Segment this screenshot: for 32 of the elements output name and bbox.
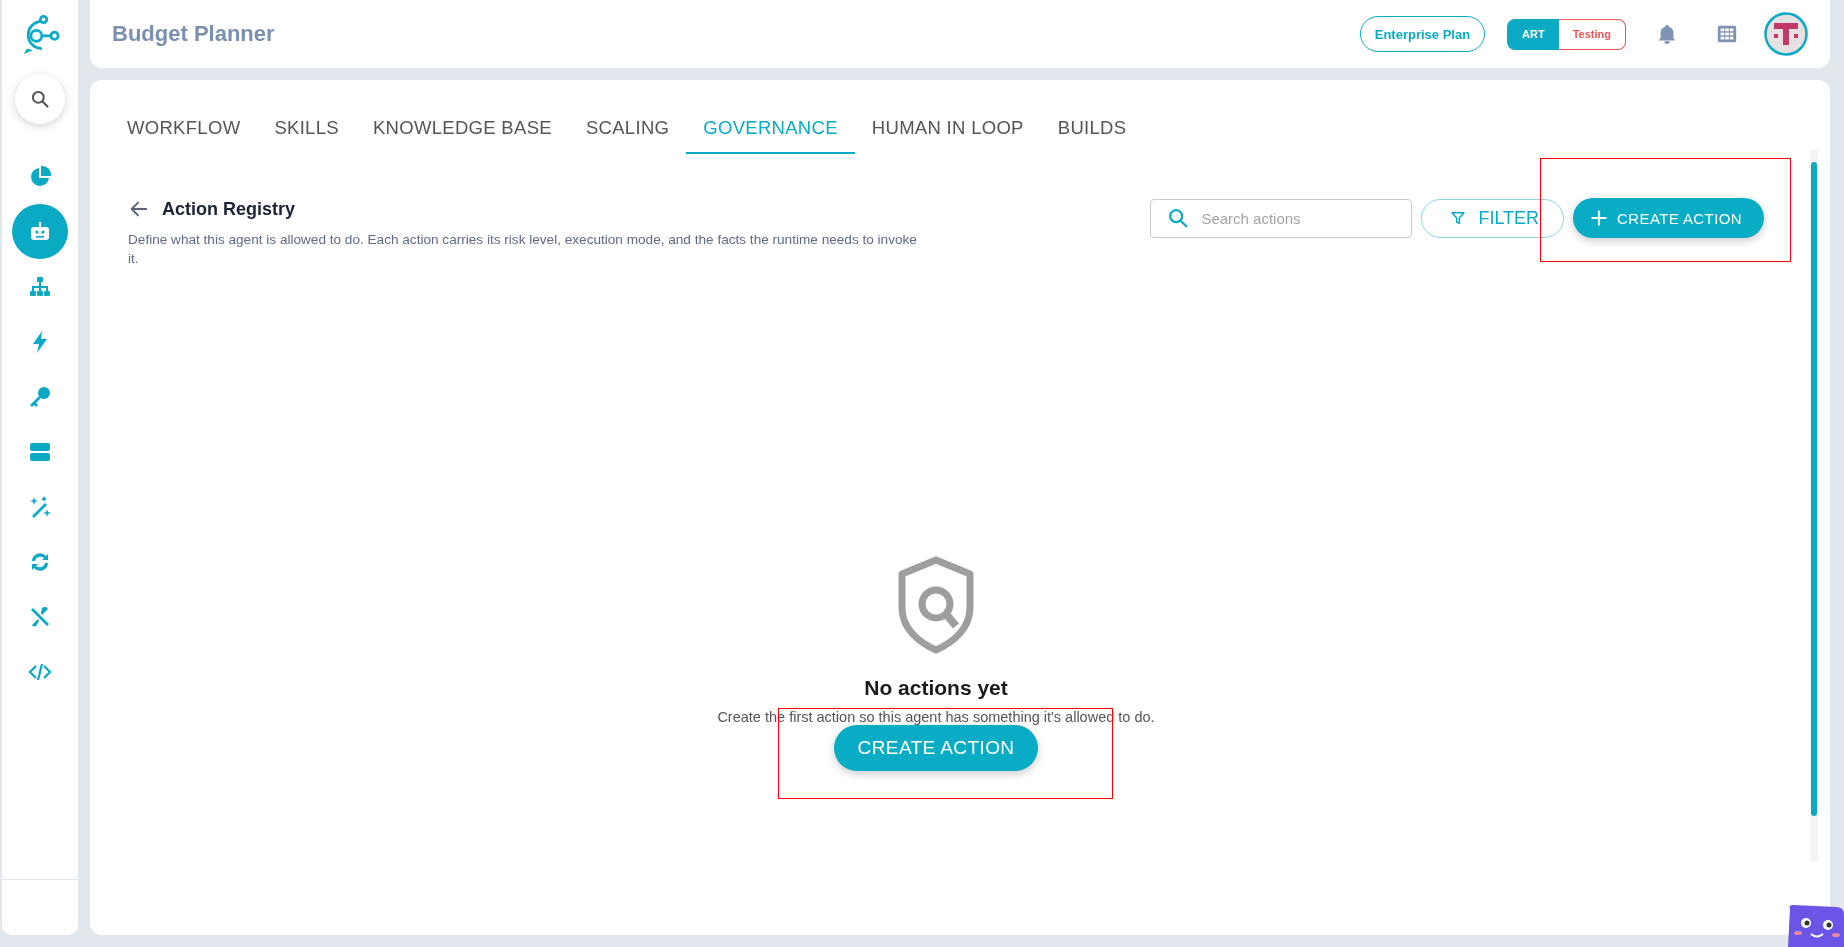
search-button[interactable] [15, 74, 65, 124]
environment-toggle[interactable]: ART [1507, 18, 1559, 50]
sidebar-item[interactable] [12, 204, 68, 259]
filter-icon [1450, 210, 1467, 226]
app-title: Budget Planner [112, 21, 275, 47]
page-title: Action Registry [162, 198, 296, 220]
tab[interactable]: SKILLS [257, 100, 356, 154]
key-icon [28, 384, 52, 409]
tab[interactable]: GOVERNANCE [686, 100, 855, 154]
pie-chart-icon [28, 164, 52, 189]
plan-badge[interactable]: Enterprise Plan [1359, 16, 1486, 52]
search-field[interactable]: Search actions [1150, 198, 1413, 238]
environment-toggle[interactable]: Testing [1558, 18, 1626, 50]
create-action-button[interactable]: CREATE ACTION [1573, 198, 1764, 238]
grid-icon[interactable] [1716, 23, 1738, 45]
search-icon [30, 89, 50, 109]
create-action-button[interactable]: CREATE ACTION [833, 725, 1039, 771]
page-description: Define what this agent is allowed to do. Each action carries its risk level, execution mode, and the facts the runtime needs to invoke it. [128, 231, 918, 268]
empty-state-title: No actions yet [864, 676, 1008, 700]
tab[interactable]: HUMAN IN LOOP [854, 100, 1041, 154]
search-icon [1167, 207, 1190, 229]
tab[interactable]: KNOWLEDGE BASE [355, 100, 569, 154]
tab[interactable]: WORKFLOW [110, 100, 258, 154]
avatar-icon[interactable] [1764, 12, 1808, 56]
scrollbar[interactable] [1810, 150, 1818, 862]
tab[interactable]: SCALING [568, 100, 687, 154]
hierarchy-icon [28, 274, 52, 299]
plus-icon [1589, 208, 1610, 228]
bell-icon[interactable] [1656, 23, 1678, 45]
filter-button[interactable]: FILTER [1421, 198, 1565, 238]
tab[interactable]: BUILDS [1040, 100, 1144, 154]
shield-search-icon [896, 556, 976, 654]
